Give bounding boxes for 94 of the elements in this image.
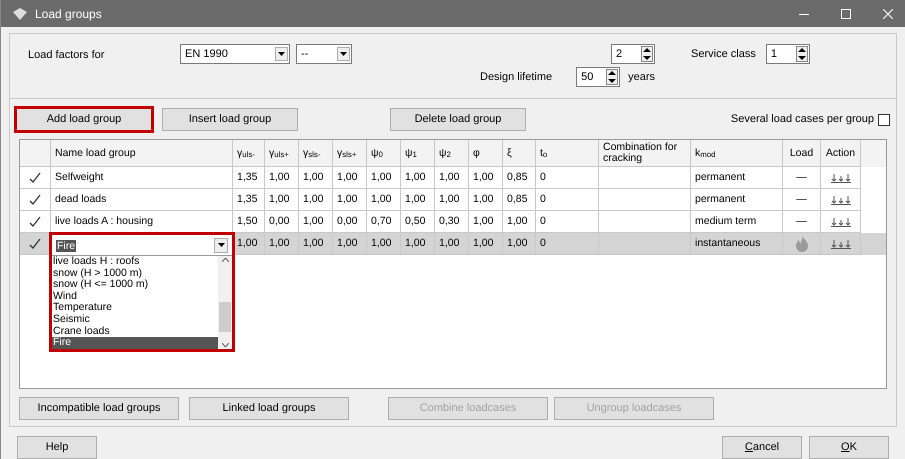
table-cell-text: 1,00: [473, 214, 494, 229]
service-class-spinner[interactable]: 1: [766, 44, 810, 64]
table-cell-text: permanent: [695, 192, 746, 207]
help-button[interactable]: Help: [17, 436, 97, 459]
table-cell-text: —: [796, 214, 807, 229]
field-label: Service class: [691, 46, 756, 62]
table-cell-text: 1,00: [473, 236, 494, 251]
table-cell-text: 1,00: [303, 170, 324, 185]
table-cell-text: 1,00: [405, 192, 426, 207]
load-arrows-icon[interactable]: [830, 238, 850, 248]
table-cell-text: 0,85: [507, 170, 528, 185]
checkbox[interactable]: [878, 114, 890, 126]
table-cell-text: 1,00: [303, 236, 324, 251]
table-cell-text: 1,00: [439, 192, 460, 207]
table-cell-text: medium term: [695, 214, 756, 229]
field-label: Load factors for: [28, 48, 106, 63]
table-cell-text: 1,00: [237, 236, 258, 251]
dropdown-option[interactable]: Fire: [52, 337, 218, 349]
table-cell-text: 1,00: [337, 236, 358, 251]
table-cell-text: 0,00: [269, 214, 290, 229]
table-cell-text: 1,00: [507, 214, 528, 229]
dropdown-option[interactable]: live loads H : roofs: [52, 256, 218, 268]
dropdown-option[interactable]: Seismic: [52, 314, 218, 326]
close-icon[interactable]: [883, 8, 893, 18]
table-cell-text: 1,00: [405, 236, 426, 251]
table-cell-text: 1,00: [439, 170, 460, 185]
dropdown-option[interactable]: snow (H <= 1000 m): [52, 279, 218, 291]
table-cell-text: 0: [540, 170, 546, 185]
table-cell-text: 0,50: [405, 214, 426, 229]
table-cell-text: 1,00: [405, 170, 426, 185]
table-cell-text: 1,35: [237, 192, 258, 207]
table-cell-text: 1,00: [269, 170, 290, 185]
spinner-arrows-icon: [606, 69, 618, 85]
dropdown-option[interactable]: snow (H > 1000 m): [52, 268, 218, 280]
dropdown-option[interactable]: Temperature: [52, 302, 218, 314]
table-cell-text: 0: [540, 236, 546, 251]
scroll-up-icon[interactable]: [222, 258, 228, 262]
toolbar-button[interactable]: Insert load group: [162, 108, 298, 131]
table-cell-text: Selfweight: [55, 170, 104, 185]
table-cell-text: 1,00: [337, 170, 358, 185]
app-logo-icon: [13, 8, 27, 20]
table-cell-text: 1,00: [269, 192, 290, 207]
spinner-arrows-icon: [641, 46, 654, 62]
toolbar-button[interactable]: Add load group: [16, 108, 152, 131]
table-cell-text: dead loads: [55, 192, 106, 207]
table-cell-text: instantaneous: [695, 236, 760, 251]
table-cell-text: 1,50: [237, 214, 258, 229]
table-cell-text: 0,85: [507, 192, 528, 207]
dropdown-option[interactable]: Wind: [52, 290, 218, 302]
flame-icon: [794, 235, 810, 252]
table-cell-text: 1,00: [473, 192, 494, 207]
table-cell-text: 0: [540, 192, 546, 207]
table-cell-text: 1,00: [473, 170, 494, 185]
spinner-arrows-icon: [796, 46, 808, 62]
table-cell-text: 1,00: [371, 236, 392, 251]
table-cell-text: 0,70: [371, 214, 392, 229]
table-cell-text: —: [796, 170, 807, 185]
table-cell-text: 1,00: [269, 236, 290, 251]
action-button[interactable]: Linked load groups: [189, 397, 349, 420]
table-cell-text: 1,00: [303, 214, 324, 229]
table-cell-text: 0,00: [337, 214, 358, 229]
lifetime-spinner[interactable]: 50: [576, 67, 620, 87]
table-cell-text: 0,30: [439, 214, 460, 229]
checkbox-label: Several load cases per group: [730, 112, 874, 128]
table-cell-text: 1,35: [237, 170, 258, 185]
window-title: Load groups: [35, 6, 103, 22]
number-spinner[interactable]: 2: [611, 44, 656, 64]
action-button[interactable]: Incompatible load groups: [19, 397, 179, 420]
standard-select[interactable]: EN 1990: [180, 44, 290, 64]
maximize-icon[interactable]: [841, 8, 851, 18]
load-arrows-icon[interactable]: [830, 172, 850, 182]
table-cell-text: permanent: [695, 170, 746, 185]
table-cell-text: 1,00: [337, 192, 358, 207]
table-cell-text: live loads A : housing: [55, 214, 154, 229]
dropdown-option[interactable]: Crane loads: [52, 326, 218, 338]
table-cell-text: —: [796, 192, 807, 207]
table-cell-text: 1,00: [439, 236, 460, 251]
annex-select[interactable]: --: [296, 44, 352, 64]
field-label: Design lifetime: [480, 70, 552, 85]
ok-button[interactable]: OK: [809, 436, 889, 459]
table-cell-text: 1,00: [507, 236, 528, 251]
combo-value[interactable]: Fire: [56, 240, 76, 252]
table-cell-text: 1,00: [371, 192, 392, 207]
table-cell-text: 0: [540, 214, 546, 229]
load-group-dropdown[interactable]: Fire live loads H : roofs snow (H > 1000 m) snow (H <= 1000 m) Wind Temperature Seismic Crane loads Fire: [49, 232, 235, 352]
scrollbar[interactable]: [218, 256, 232, 349]
cancel-button[interactable]: Cancel: [722, 436, 802, 459]
load-arrows-icon[interactable]: [830, 194, 850, 204]
unit-label: years: [628, 70, 656, 85]
table-cell-text: 1,00: [303, 192, 324, 207]
load-arrows-icon[interactable]: [830, 216, 850, 226]
toolbar-button[interactable]: Delete load group: [390, 108, 526, 131]
table-cell-text: 1,00: [371, 170, 392, 185]
scroll-down-icon[interactable]: [222, 342, 228, 347]
